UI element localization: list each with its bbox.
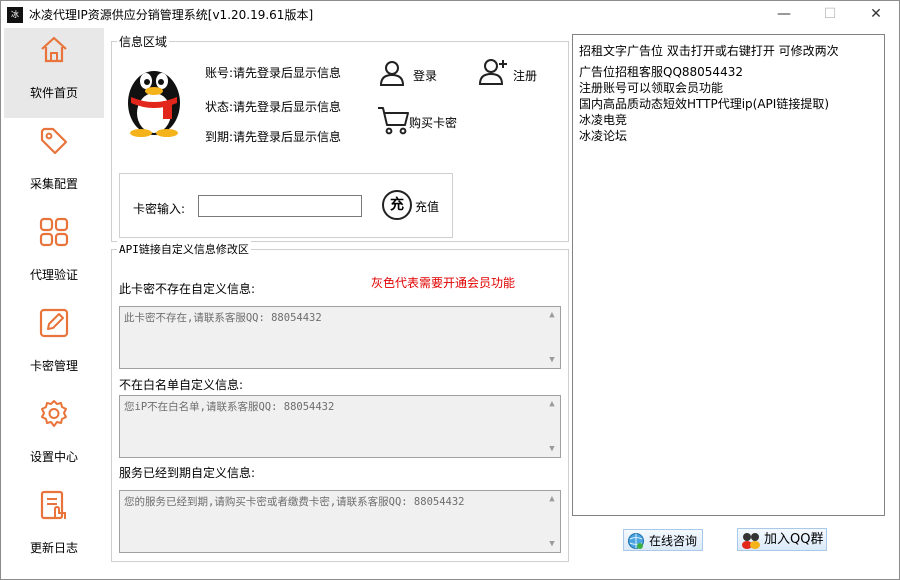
sidebar-item-home[interactable]: 软件首页 bbox=[4, 28, 104, 118]
gear-icon bbox=[41, 400, 67, 427]
globe-icon bbox=[628, 533, 644, 549]
app-window: 冰 冰凌代理IP资源供应分销管理系统[v1.20.19.61版本] — ☐ ✕ … bbox=[0, 0, 900, 580]
sidebar-item-label: 设置中心 bbox=[29, 450, 78, 464]
sidebar-item-settings[interactable]: 设置中心 bbox=[4, 392, 104, 482]
online-consult-button[interactable]: 在线咨询 bbox=[623, 529, 703, 551]
buy-card-label: 购买卡密 bbox=[409, 116, 458, 130]
grid-icon bbox=[39, 217, 69, 247]
list-item[interactable]: 冰凌电竞 bbox=[579, 111, 627, 128]
textarea-value: 您iP不在白名单,请联系客服QQ: 88054432 bbox=[124, 401, 335, 413]
api-group-title: API链接自定义信息修改区 bbox=[117, 241, 251, 257]
join-qq-group-button[interactable]: 加入QQ群 bbox=[737, 528, 827, 551]
scrollbar[interactable]: ▲ ▼ bbox=[544, 396, 560, 457]
close-button[interactable]: ✕ bbox=[853, 1, 899, 28]
window-title: 冰凌代理IP资源供应分销管理系统[v1.20.19.61版本] bbox=[29, 8, 314, 22]
expire-text: 到期:请先登录后显示信息 bbox=[205, 130, 342, 144]
cart-icon bbox=[378, 107, 409, 135]
scroll-up-icon[interactable]: ▲ bbox=[544, 491, 560, 507]
textarea-value: 此卡密不存在,请联系客服QQ: 88054432 bbox=[124, 312, 322, 324]
group-icon bbox=[742, 533, 760, 549]
scroll-up-icon[interactable]: ▲ bbox=[544, 307, 560, 323]
section-label: 不在白名单自定义信息: bbox=[119, 378, 244, 392]
app-icon: 冰 bbox=[7, 7, 23, 23]
service-expired-textarea[interactable]: 您的服务已经到期,请购买卡密或者缴费卡密,请联系客服QQ: 88054432 ▲… bbox=[119, 490, 561, 553]
maximize-button[interactable]: ☐ bbox=[807, 1, 853, 28]
title-bar[interactable]: 冰 冰凌代理IP资源供应分销管理系统[v1.20.19.61版本] — ☐ ✕ bbox=[1, 1, 899, 28]
recharge-icon: 充 bbox=[382, 190, 412, 220]
textarea-value: 您的服务已经到期,请购买卡密或者缴费卡密,请联系客服QQ: 88054432 bbox=[124, 496, 465, 508]
list-item[interactable]: 招租文字广告位 双击打开或右键打开 可修改两次 bbox=[579, 42, 839, 59]
scroll-down-icon[interactable]: ▼ bbox=[544, 441, 560, 457]
member-notice: 灰色代表需要开通会员功能 bbox=[371, 276, 516, 290]
ad-listbox[interactable]: 招租文字广告位 双击打开或右键打开 可修改两次 广告位招租客服QQ8805443… bbox=[572, 34, 885, 516]
join-qq-group-label: 加入QQ群 bbox=[764, 532, 824, 547]
log-icon bbox=[40, 490, 66, 520]
card-input-label: 卡密输入: bbox=[133, 202, 186, 216]
online-consult-label: 在线咨询 bbox=[649, 534, 698, 548]
info-group-title: 信息区域 bbox=[117, 33, 170, 50]
tag-icon bbox=[40, 127, 68, 155]
scroll-up-icon[interactable]: ▲ bbox=[544, 396, 560, 412]
list-item[interactable]: 广告位招租客服QQ88054432 bbox=[579, 63, 743, 80]
scroll-down-icon[interactable]: ▼ bbox=[544, 352, 560, 368]
sidebar-item-label: 卡密管理 bbox=[29, 359, 78, 373]
scrollbar[interactable]: ▲ ▼ bbox=[544, 307, 560, 368]
login-label: 登录 bbox=[413, 69, 438, 83]
sidebar-item-label: 采集配置 bbox=[29, 177, 78, 191]
section-label: 服务已经到期自定义信息: bbox=[119, 466, 256, 480]
home-icon bbox=[41, 36, 67, 63]
sidebar-item-update-log[interactable]: 更新日志 bbox=[4, 483, 104, 573]
add-user-icon bbox=[479, 59, 507, 85]
user-icon bbox=[379, 61, 405, 86]
sidebar-item-collect[interactable]: 采集配置 bbox=[4, 119, 104, 209]
sidebar-item-label: 更新日志 bbox=[29, 541, 78, 555]
sidebar-item-label: 代理验证 bbox=[29, 268, 78, 282]
sidebar-item-label: 软件首页 bbox=[29, 86, 78, 100]
card-not-exist-textarea[interactable]: 此卡密不存在,请联系客服QQ: 88054432 ▲ ▼ bbox=[119, 306, 561, 369]
sidebar-item-card-manage[interactable]: 卡密管理 bbox=[4, 301, 104, 391]
recharge-label: 充值 bbox=[415, 200, 440, 214]
recharge-button[interactable]: 充 充值 bbox=[382, 190, 444, 220]
not-whitelist-textarea[interactable]: 您iP不在白名单,请联系客服QQ: 88054432 ▲ ▼ bbox=[119, 395, 561, 458]
login-button[interactable]: 登录 bbox=[379, 60, 449, 88]
list-item[interactable]: 冰凌论坛 bbox=[579, 127, 627, 144]
edit-icon bbox=[39, 308, 69, 338]
scroll-down-icon[interactable]: ▼ bbox=[544, 536, 560, 552]
register-label: 注册 bbox=[513, 69, 538, 83]
buy-card-button[interactable]: 购买卡密 bbox=[377, 105, 467, 135]
sidebar-item-proxy-verify[interactable]: 代理验证 bbox=[4, 210, 104, 300]
scrollbar[interactable]: ▲ ▼ bbox=[544, 491, 560, 552]
account-text: 账号:请先登录后显示信息 bbox=[205, 66, 342, 80]
list-item[interactable]: 国内高品质动态短效HTTP代理ip(API链接提取) bbox=[579, 95, 829, 112]
section-label: 此卡密不存在自定义信息: bbox=[119, 282, 256, 296]
register-button[interactable]: 注册 bbox=[479, 58, 549, 88]
list-item[interactable]: 注册账号可以领取会员功能 bbox=[579, 79, 723, 96]
status-text: 状态:请先登录后显示信息 bbox=[205, 100, 342, 114]
minimize-button[interactable]: — bbox=[761, 1, 807, 28]
sidebar: 软件首页 采集配置 代理验证 卡密管理 设置中心 更新日志 bbox=[4, 28, 104, 578]
qq-penguin-avatar bbox=[128, 71, 180, 137]
card-input[interactable] bbox=[198, 195, 362, 217]
